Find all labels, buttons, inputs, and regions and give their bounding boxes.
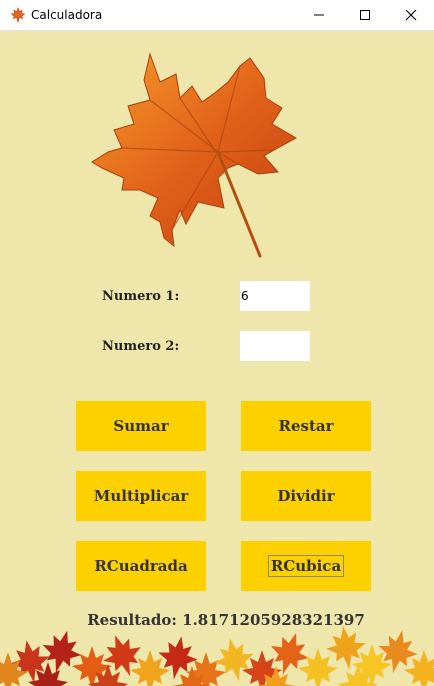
minimize-button[interactable] <box>296 0 342 30</box>
minimize-icon <box>314 14 324 16</box>
close-button[interactable] <box>388 0 434 30</box>
close-icon <box>405 9 417 21</box>
maple-leaf-logo <box>91 52 298 258</box>
window-title: Calculadora <box>31 8 103 22</box>
numero1-label: Numero 1: <box>102 289 180 304</box>
rcuadrada-button[interactable]: RCuadrada <box>76 541 206 591</box>
rcubica-button[interactable]: RCubica <box>241 541 371 591</box>
numero1-input[interactable] <box>240 281 310 311</box>
maximize-button[interactable] <box>342 0 388 30</box>
sumar-button[interactable]: Sumar <box>76 401 206 451</box>
dividir-button[interactable]: Dividir <box>241 471 371 521</box>
maximize-icon <box>360 10 370 20</box>
rcuadrada-button-label: RCuadrada <box>94 557 188 575</box>
sumar-button-label: Sumar <box>113 417 169 435</box>
maple-leaf-icon <box>10 7 26 23</box>
numero2-label: Numero 2: <box>102 339 180 354</box>
multiplicar-button-label: Multiplicar <box>93 487 189 505</box>
numero2-input[interactable] <box>240 331 310 361</box>
multiplicar-button[interactable]: Multiplicar <box>76 471 206 521</box>
title-bar: Calculadora <box>0 0 434 31</box>
result-text: Resultado: 1.8171205928321397 <box>87 611 365 629</box>
restar-button-label: Restar <box>278 417 334 435</box>
dividir-button-label: Dividir <box>277 487 335 505</box>
restar-button[interactable]: Restar <box>241 401 371 451</box>
rcubica-button-label: RCubica <box>267 555 345 577</box>
